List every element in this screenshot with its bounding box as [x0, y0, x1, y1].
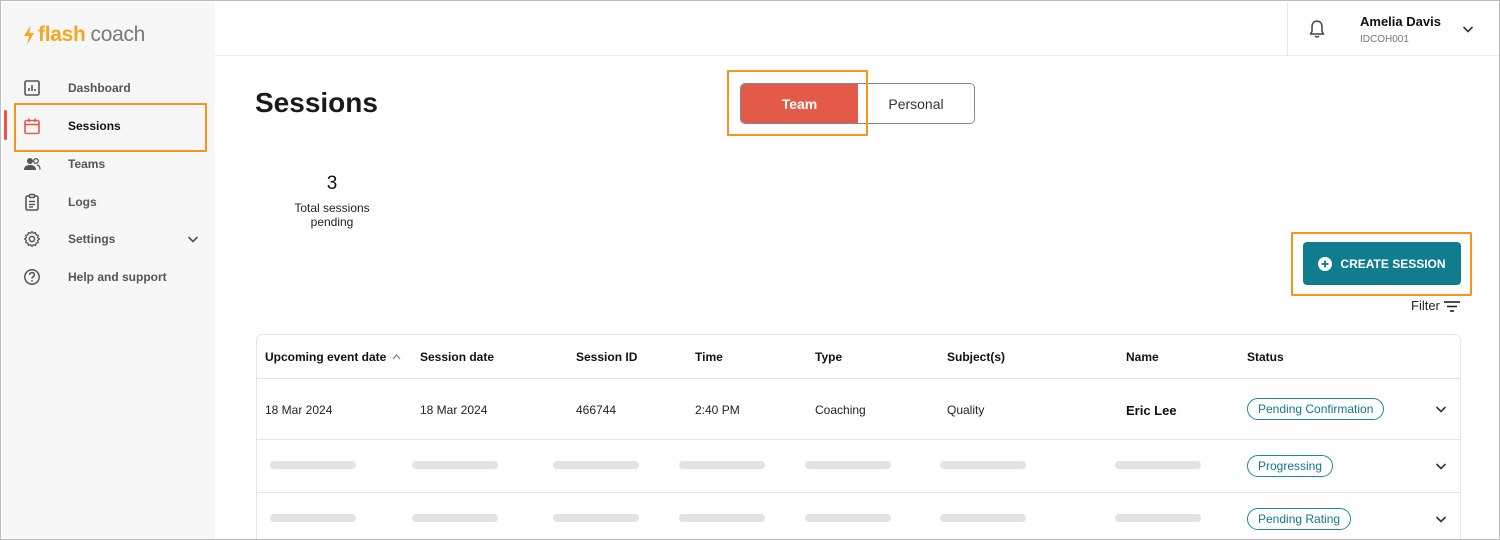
loading-placeholder [679, 461, 765, 469]
sidebar-item-label: Settings [68, 232, 116, 246]
top-bar: Amelia Davis IDCOH001 [215, 2, 1499, 56]
loading-placeholder [1115, 514, 1201, 522]
loading-placeholder [940, 461, 1026, 469]
loading-placeholder [412, 514, 498, 522]
filter-label: Filter [1411, 298, 1440, 313]
chevron-down-icon[interactable] [186, 232, 200, 246]
loading-placeholder [412, 461, 498, 469]
team-personal-toggle: Team Personal [740, 83, 975, 124]
app-logo[interactable]: flash coach [22, 22, 145, 48]
column-header-session-id[interactable]: Session ID [576, 350, 637, 364]
chevron-down-icon[interactable] [1434, 402, 1448, 416]
status-badge: Pending Rating [1247, 508, 1352, 530]
cell-session-date: 18 Mar 2024 [420, 403, 488, 417]
calendar-icon [22, 116, 42, 136]
sort-up-icon [392, 354, 401, 360]
filter-button[interactable]: Filter [1411, 298, 1461, 313]
logo-text-secondary: coach [90, 23, 146, 46]
chevron-down-icon[interactable] [1434, 512, 1448, 526]
sidebar-item-teams[interactable]: Teams [2, 146, 215, 182]
user-id: IDCOH001 [1360, 34, 1409, 45]
header-divider [1287, 2, 1288, 56]
people-icon [22, 154, 42, 174]
sidebar-item-settings[interactable]: Settings [2, 221, 215, 257]
create-session-label: CREATE SESSION [1340, 256, 1446, 271]
sidebar-item-label: Teams [68, 157, 106, 171]
sidebar-item-label: Dashboard [68, 81, 131, 95]
app-window: flash coach Dashboard Sessions Teams Log… [0, 0, 1500, 540]
sidebar-item-help[interactable]: Help and support [2, 259, 215, 295]
loading-placeholder [270, 514, 356, 522]
loading-placeholder [940, 514, 1026, 522]
table-row[interactable]: Progressing [257, 440, 1460, 493]
loading-placeholder [679, 514, 765, 522]
help-icon [22, 267, 42, 287]
column-header-time[interactable]: Time [695, 350, 723, 364]
filter-icon [1443, 300, 1460, 312]
cell-name: Eric Lee [1126, 403, 1177, 418]
loading-placeholder [805, 514, 891, 522]
loading-placeholder [1115, 461, 1201, 469]
cell-upcoming-event-date: 18 Mar 2024 [265, 403, 333, 417]
gear-icon [22, 229, 42, 249]
create-session-button[interactable]: CREATE SESSION [1303, 242, 1461, 285]
cell-time: 2:40 PM [695, 403, 740, 417]
sidebar-item-logs[interactable]: Logs [2, 184, 215, 220]
logo-text-primary: flash [38, 23, 86, 46]
status-badge: Progressing [1247, 455, 1334, 477]
plus-circle-icon [1318, 256, 1333, 271]
sidebar-item-dashboard[interactable]: Dashboard [2, 70, 215, 106]
loading-placeholder [270, 461, 356, 469]
sidebar-item-sessions[interactable]: Sessions [2, 108, 215, 144]
chevron-down-icon[interactable] [1461, 22, 1475, 36]
page-title: Sessions [255, 87, 378, 118]
user-name[interactable]: Amelia Davis [1360, 14, 1441, 29]
cell-subjects: Quality [947, 403, 985, 417]
column-header-upcoming-event-date[interactable]: Upcoming event date [265, 350, 401, 364]
column-header-session-date[interactable]: Session date [420, 350, 494, 364]
pending-count: 3 [326, 173, 338, 194]
tab-team[interactable]: Team [741, 84, 858, 123]
table-row[interactable]: 18 Mar 2024 18 Mar 2024 466744 2:40 PM C… [257, 379, 1460, 440]
table-row[interactable]: Pending Rating [257, 493, 1460, 539]
loading-placeholder [805, 461, 891, 469]
sidebar: flash coach Dashboard Sessions Teams Log… [2, 2, 215, 539]
sidebar-item-label: Help and support [68, 270, 167, 284]
bell-icon[interactable] [1308, 19, 1326, 39]
sidebar-item-label: Sessions [68, 119, 121, 133]
chart-icon [22, 78, 42, 98]
column-header-label: Upcoming event date [265, 350, 387, 364]
cell-type: Coaching [815, 403, 866, 417]
column-header-subjects[interactable]: Subject(s) [947, 350, 1005, 364]
tab-personal[interactable]: Personal [858, 84, 974, 123]
column-header-status[interactable]: Status [1247, 350, 1284, 364]
clipboard-icon [22, 192, 42, 212]
chevron-down-icon[interactable] [1434, 459, 1448, 473]
bolt-icon [24, 25, 34, 45]
status-badge: Pending Confirmation [1247, 398, 1385, 420]
pending-label: Total sessions pending [294, 201, 370, 229]
loading-placeholder [553, 514, 639, 522]
column-header-name[interactable]: Name [1126, 350, 1159, 364]
column-header-type[interactable]: Type [815, 350, 842, 364]
loading-placeholder [553, 461, 639, 469]
cell-session-id: 466744 [576, 403, 617, 417]
table-header: Upcoming event date Session date Session… [257, 335, 1460, 379]
sessions-table: Upcoming event date Session date Session… [256, 334, 1461, 539]
sidebar-item-label: Logs [68, 195, 97, 209]
